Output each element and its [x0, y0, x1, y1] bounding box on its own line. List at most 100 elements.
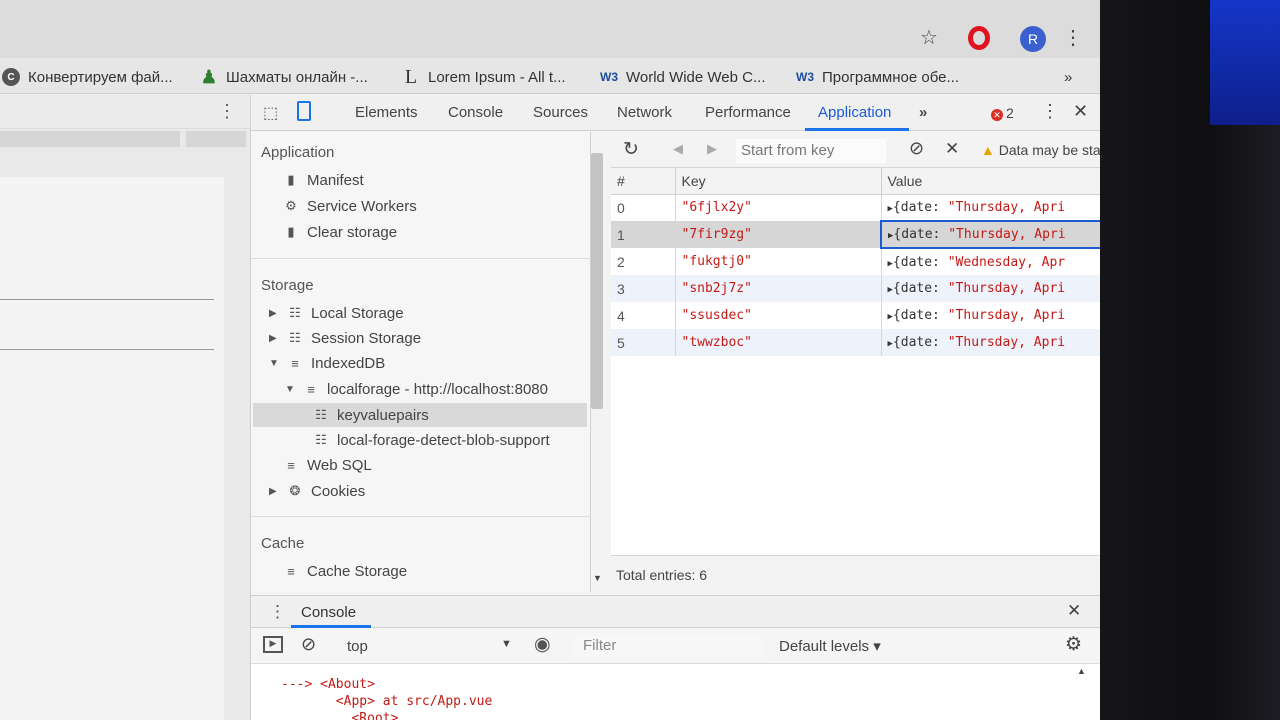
tab-performance[interactable]: Performance	[705, 104, 791, 121]
more-tabs-button[interactable]: »	[919, 104, 927, 121]
bookmark-item[interactable]: W3 Программное обе...	[796, 66, 959, 88]
kebab-icon[interactable]: ⋮	[218, 101, 236, 122]
avatar[interactable]: R	[1020, 26, 1046, 52]
inspect-element-icon[interactable]: ⬚	[263, 103, 278, 123]
table-row[interactable]: 3 "snb2j7z" ▶{date: "Thursday, Apri	[611, 275, 1100, 302]
sidebar-scrollbar[interactable]	[591, 153, 603, 409]
bookmark-star-icon[interactable]: ☆	[916, 24, 942, 50]
row-value[interactable]: ▶{date: "Thursday, Apri	[881, 302, 1100, 329]
expand-arrow-icon[interactable]: ▶	[269, 333, 279, 344]
table-row[interactable]: 1 "7fir9zg" ▶{date: "Thursday, Apri	[611, 220, 1100, 249]
table-row[interactable]: 5 "twwzboc" ▶{date: "Thursday, Apri	[611, 329, 1100, 356]
sidebar-item-cookies[interactable]: ▶ ❂ Cookies	[269, 479, 365, 503]
start-from-key-input[interactable]: Start from key	[736, 139, 886, 163]
drawer-menu-icon[interactable]: ⋮	[269, 602, 286, 622]
scroll-up-icon[interactable]: ▲	[1077, 666, 1086, 676]
drawer-header: ⋮ Console ✕	[251, 596, 1100, 628]
page-toolbar: ⋮	[0, 95, 250, 129]
bookmark-item[interactable]: ♟ Шахматы онлайн -...	[200, 66, 368, 88]
gear-icon: ⚙	[285, 198, 297, 213]
expand-arrow-icon[interactable]: ▶	[269, 486, 279, 497]
sidebar-item-service-workers[interactable]: ⚙ Service Workers	[283, 194, 417, 218]
device-toggle-icon[interactable]	[297, 101, 311, 121]
bookmarks-bar: C Конвертируем фай... ♟ Шахматы онлайн -…	[0, 58, 1100, 94]
eye-icon[interactable]: ◉	[534, 633, 551, 656]
sidebar-item-label: IndexedDB	[311, 354, 386, 372]
sidebar-item-indexeddb[interactable]: ▼ ≡ IndexedDB	[269, 351, 385, 375]
bookmark-item[interactable]: C Конвертируем фай...	[2, 66, 173, 88]
row-value[interactable]: ▶{date: "Wednesday, Apr	[881, 248, 1100, 275]
row-value[interactable]: ▶{date: "Thursday, Apri	[881, 275, 1100, 302]
error-icon[interactable]: ✕	[991, 109, 1003, 121]
previous-page-icon[interactable]: ◀	[673, 141, 683, 157]
bookmarks-more-button[interactable]: »	[1064, 66, 1072, 88]
refresh-icon[interactable]: ↻	[623, 138, 639, 161]
value-string: "Thursday, Apri	[947, 199, 1066, 215]
tab-elements[interactable]: Elements	[355, 104, 418, 121]
sidebar-item-blob-support[interactable]: ☷ local-forage-detect-blob-support	[313, 428, 549, 452]
section-application: Application	[261, 144, 335, 161]
console-settings-icon[interactable]: ⚙	[1065, 633, 1082, 656]
console-line: <App> at src/App.vue	[281, 694, 493, 709]
sidebar-item-cache-storage[interactable]: ≡ Cache Storage	[283, 559, 407, 583]
context-select[interactable]: top	[347, 638, 368, 655]
w3c-icon: W3	[796, 70, 814, 84]
sidebar-item-localforage-db[interactable]: ▼ ≡ localforage - http://localhost:8080	[285, 377, 548, 401]
browser-toolbar: ☆ R ⋮	[0, 0, 1100, 58]
opera-icon[interactable]	[968, 26, 990, 50]
row-key: "6fjlx2y"	[675, 194, 882, 221]
tab-network[interactable]: Network	[617, 104, 672, 121]
sidebar-item-manifest[interactable]: ▮ Manifest	[283, 168, 363, 192]
sidebar-item-clear-storage[interactable]: ▮ Clear storage	[283, 220, 397, 244]
row-value[interactable]: ▶{date: "Thursday, Apri	[881, 329, 1100, 356]
scroll-down-icon[interactable]: ▼	[593, 573, 602, 583]
clear-object-store-icon[interactable]: ⊘	[909, 138, 924, 159]
warning-icon: ▲	[981, 142, 995, 158]
bookmark-label: Шахматы онлайн -...	[226, 68, 368, 86]
warning-text: Data may be stale	[998, 142, 1100, 158]
close-drawer-icon[interactable]: ✕	[1067, 601, 1081, 621]
screen: ☆ R ⋮ C Конвертируем фай... ♟ Шахматы он…	[0, 0, 1100, 720]
column-header-index[interactable]: #	[611, 168, 676, 195]
log-levels-dropdown[interactable]: Default levels ▾	[779, 637, 881, 655]
sidebar-item-session-storage[interactable]: ▶ ☷ Session Storage	[269, 326, 421, 350]
clear-console-icon[interactable]: ⊘	[301, 634, 316, 655]
grid-icon: ☷	[289, 305, 301, 320]
sidebar-item-label: Clear storage	[307, 223, 398, 241]
collapse-arrow-icon[interactable]: ▼	[269, 358, 279, 369]
console-filter-input[interactable]: Filter	[573, 636, 763, 658]
row-key: "twwzboc"	[675, 329, 882, 356]
sidebar-toggle-icon[interactable]: ▶	[263, 636, 283, 653]
grid-icon: ☷	[315, 432, 327, 447]
bookmark-item[interactable]: L Lorem Ipsum - All t...	[402, 66, 566, 88]
expand-arrow-icon[interactable]: ▶	[269, 308, 279, 319]
row-value[interactable]: ▶{date: "Thursday, Apri	[881, 194, 1100, 221]
grid-icon: ☷	[315, 407, 327, 422]
devtools-menu-icon[interactable]: ⋮	[1041, 101, 1059, 122]
column-header-value[interactable]: Value	[881, 168, 1100, 195]
bookmark-item[interactable]: W3 World Wide Web C...	[600, 66, 765, 88]
row-value[interactable]: ▶{date: "Thursday, Apri	[880, 220, 1100, 249]
error-count[interactable]: 2	[1006, 105, 1014, 121]
tab-application[interactable]: Application	[818, 104, 891, 121]
sidebar-item-label: keyvaluepairs	[337, 406, 429, 424]
next-page-icon[interactable]: ▶	[707, 141, 717, 157]
sidebar-item-label: Service Workers	[307, 197, 417, 215]
tab-sources[interactable]: Sources	[533, 104, 588, 121]
chevron-down-icon[interactable]: ▼	[501, 638, 512, 650]
collapse-arrow-icon[interactable]: ▼	[285, 384, 295, 395]
sidebar-item-websql[interactable]: ≡ Web SQL	[283, 453, 372, 477]
sidebar-item-keyvaluepairs[interactable]: ☷ keyvaluepairs	[253, 403, 587, 427]
tab-console[interactable]: Console	[448, 104, 503, 121]
tab-console-drawer[interactable]: Console	[301, 604, 356, 621]
sidebar-item-local-storage[interactable]: ▶ ☷ Local Storage	[269, 301, 404, 325]
column-header-key[interactable]: Key	[675, 168, 882, 195]
menu-kebab-icon[interactable]: ⋮	[1060, 24, 1086, 50]
file-icon: ▮	[287, 172, 295, 187]
delete-selected-icon[interactable]: ✕	[945, 139, 959, 159]
table-row[interactable]: 0 "6fjlx2y" ▶{date: "Thursday, Apri	[611, 194, 1100, 221]
table-row[interactable]: 2 "fukgtj0" ▶{date: "Wednesday, Apr	[611, 248, 1100, 275]
table-row[interactable]: 4 "ssusdec" ▶{date: "Thursday, Apri	[611, 302, 1100, 329]
close-icon[interactable]: ✕	[1073, 101, 1088, 122]
stale-warning: ▲ Data may be stale	[981, 142, 1100, 158]
